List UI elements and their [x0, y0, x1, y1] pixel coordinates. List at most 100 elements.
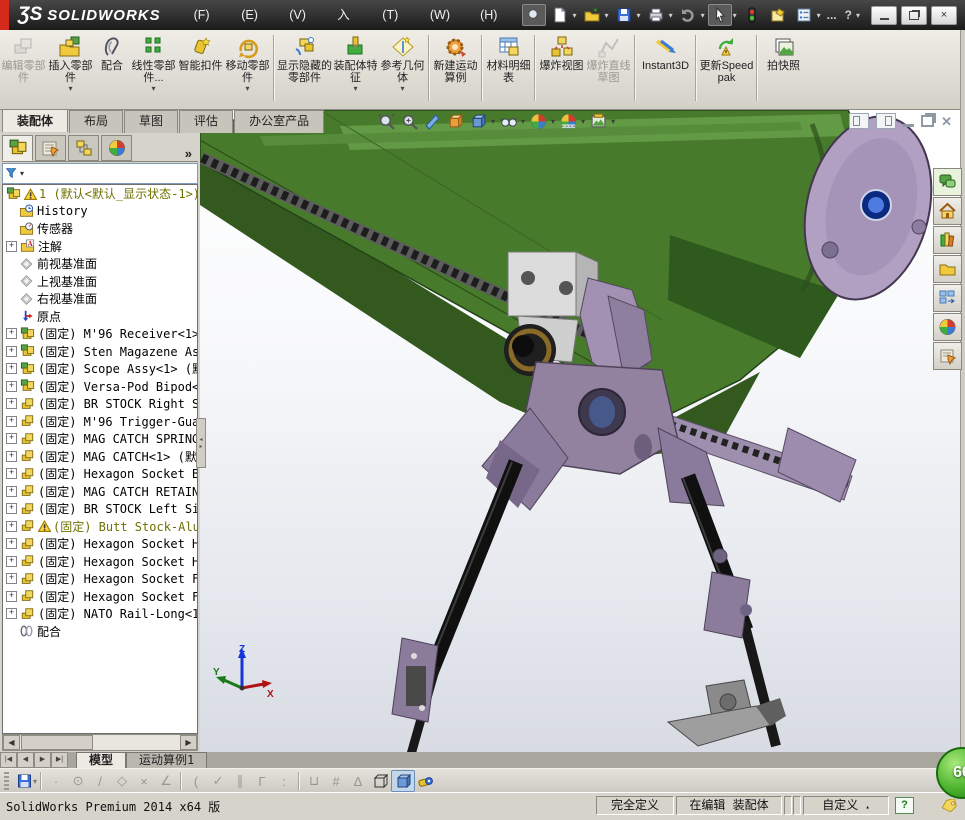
insert-component-dropdown[interactable]: ▾ — [68, 85, 72, 93]
tree-item-sensors[interactable]: 传感器 — [3, 220, 197, 238]
tab-sketch[interactable]: 草图 — [124, 110, 178, 133]
move-component-dropdown[interactable]: ▾ — [245, 85, 249, 93]
cm-show-hidden-components-button[interactable]: 显示隐藏的零部件 — [277, 33, 332, 107]
tree-item-component[interactable]: +(固定) Hexagon Socket Hea — [3, 553, 197, 571]
minimize-button[interactable] — [871, 6, 897, 25]
tree-item-mates[interactable]: 配合 — [3, 623, 197, 641]
select-dropdown[interactable]: ▾ — [733, 11, 737, 20]
design-library-icon[interactable] — [933, 226, 962, 254]
expand-toggle[interactable]: + — [6, 486, 17, 497]
undo-dropdown[interactable]: ▾ — [701, 11, 705, 20]
more-buttons[interactable]: ... — [824, 8, 840, 22]
options-icon[interactable] — [792, 4, 816, 26]
cm-exploded-view-button[interactable]: 爆炸视图 — [538, 33, 585, 107]
expand-toggle[interactable]: + — [6, 521, 17, 532]
tree-item-component[interactable]: +(固定) Versa-Pod Bipod<1> — [3, 378, 197, 396]
featuremanager-tree-tab[interactable] — [2, 135, 33, 161]
expand-toggle[interactable]: + — [6, 451, 17, 462]
feature-tree[interactable]: 1 (默认<默认_显示状态-1>) History 传感器 +注解 前视基准面 … — [2, 184, 198, 734]
expand-toggle[interactable]: + — [6, 608, 17, 619]
new-dropdown[interactable]: ▾ — [573, 11, 577, 20]
prev-tab-arrow[interactable]: ◀ — [17, 752, 34, 768]
tab-layout[interactable]: 布局 — [69, 110, 123, 133]
open-dropdown[interactable]: ▾ — [605, 11, 609, 20]
zoom-area-icon[interactable] — [399, 112, 419, 131]
hide-show-dropdown[interactable]: ▾ — [521, 117, 525, 126]
reference-geometry-dropdown[interactable]: ▾ — [400, 85, 404, 93]
tree-filter-input[interactable] — [24, 165, 197, 182]
doc-minimize-button[interactable] — [903, 124, 914, 127]
display-style-dropdown[interactable]: ▾ — [491, 117, 495, 126]
expand-toggle[interactable]: + — [6, 503, 17, 514]
zoom-fit-icon[interactable] — [376, 112, 396, 131]
wireframe-display-icon[interactable] — [369, 771, 391, 791]
search-icon[interactable] — [522, 4, 546, 26]
cm-take-snapshot-button[interactable]: 拍快照 — [760, 33, 807, 107]
cm-assembly-features-button[interactable]: 装配体特征 ▾ — [332, 33, 379, 107]
tree-item-top-plane[interactable]: 上视基准面 — [3, 273, 197, 291]
edit-appearance-icon[interactable] — [528, 112, 548, 131]
file-explorer-folder-icon[interactable] — [933, 255, 962, 283]
properties-note-icon[interactable] — [766, 4, 790, 26]
cm-smart-fasteners-button[interactable]: 智能扣件 — [177, 33, 224, 107]
scrollbar-thumb[interactable] — [21, 735, 93, 750]
panel-overflow-chevron[interactable]: » — [185, 146, 192, 161]
help-dropdown[interactable]: ▾ — [856, 11, 860, 20]
collapse-left-pane-icon[interactable] — [849, 113, 869, 129]
restore-button[interactable] — [901, 6, 927, 25]
view-orientation-icon[interactable] — [445, 112, 465, 131]
propertymanager-tab[interactable] — [35, 135, 66, 161]
graphics-area[interactable]: ▾ ▾ ▾ ▾ ▾ ✕ Z Y X — [200, 110, 960, 753]
cm-instant3d-button[interactable]: Instant3D — [638, 33, 693, 107]
tree-item-component[interactable]: +(固定) Sten Magazene Assy — [3, 343, 197, 361]
view-settings-dropdown[interactable]: ▾ — [611, 117, 615, 126]
displaymanager-tab[interactable] — [101, 135, 132, 161]
expand-toggle[interactable]: + — [6, 381, 17, 392]
custom-status-dropdown[interactable]: 自定义 ▴ — [803, 796, 889, 815]
status-help-icon[interactable]: ? — [895, 797, 914, 814]
tree-item-component[interactable]: +(固定) Hexagon Socket Hea — [3, 535, 197, 553]
expand-toggle[interactable]: + — [6, 328, 17, 339]
expand-toggle[interactable]: + — [6, 416, 17, 427]
forum-tab-icon[interactable] — [933, 168, 962, 196]
print-icon[interactable] — [644, 4, 668, 26]
doc-close-button[interactable]: ✕ — [941, 115, 952, 128]
tree-item-component-warning[interactable]: +(固定) Butt Stock-Alumi — [3, 518, 197, 536]
tree-item-component[interactable]: +(固定) M'96 Trigger-Guard — [3, 413, 197, 431]
expand-toggle[interactable]: + — [6, 398, 17, 409]
custom-properties-icon[interactable] — [933, 342, 962, 370]
save-dropdown[interactable]: ▾ — [33, 777, 37, 786]
options-dropdown[interactable]: ▾ — [817, 11, 821, 20]
expand-toggle[interactable]: + — [6, 591, 17, 602]
tag-icon[interactable] — [940, 799, 958, 813]
save-icon[interactable] — [612, 4, 636, 26]
motion-study-tab[interactable]: 运动算例1 — [126, 752, 207, 768]
tree-horizontal-scrollbar[interactable]: ◀ ▶ — [2, 734, 198, 751]
expand-toggle[interactable]: + — [6, 468, 17, 479]
first-tab-arrow[interactable]: |◀ — [0, 752, 17, 768]
tree-item-right-plane[interactable]: 右视基准面 — [3, 290, 197, 308]
save-dropdown[interactable]: ▾ — [637, 11, 641, 20]
last-tab-arrow[interactable]: ▶| — [51, 752, 68, 768]
tab-office-products[interactable]: 办公室产品 — [234, 110, 324, 133]
tree-item-component[interactable]: +(固定) Hexagon Socket But — [3, 465, 197, 483]
doc-restore-button[interactable] — [921, 115, 934, 127]
scroll-left-arrow[interactable]: ◀ — [3, 735, 20, 750]
save-icon[interactable] — [13, 771, 35, 791]
select-cursor-icon[interactable] — [708, 4, 732, 26]
view-palette-icon[interactable] — [933, 284, 962, 312]
scroll-right-arrow[interactable]: ▶ — [180, 735, 197, 750]
resources-home-icon[interactable] — [933, 197, 962, 225]
undo-icon[interactable] — [676, 4, 700, 26]
tab-evaluate[interactable]: 评估 — [179, 110, 233, 133]
filter-funnel-icon[interactable] — [5, 167, 18, 180]
expand-toggle[interactable]: + — [6, 556, 17, 567]
model-tab[interactable]: 模型 — [76, 752, 126, 768]
tree-item-annotations[interactable]: +注解 — [3, 238, 197, 256]
tree-item-component[interactable]: +(固定) NATO Rail-Long<1> — [3, 605, 197, 623]
collapse-right-pane-icon[interactable] — [876, 113, 896, 129]
rebuild-traffic-light-icon[interactable] — [740, 4, 764, 26]
view-settings-icon[interactable] — [588, 112, 608, 131]
tree-item-component[interactable]: +(固定) Scope Assy<1> (默认 — [3, 360, 197, 378]
tree-item-history[interactable]: History — [3, 203, 197, 221]
